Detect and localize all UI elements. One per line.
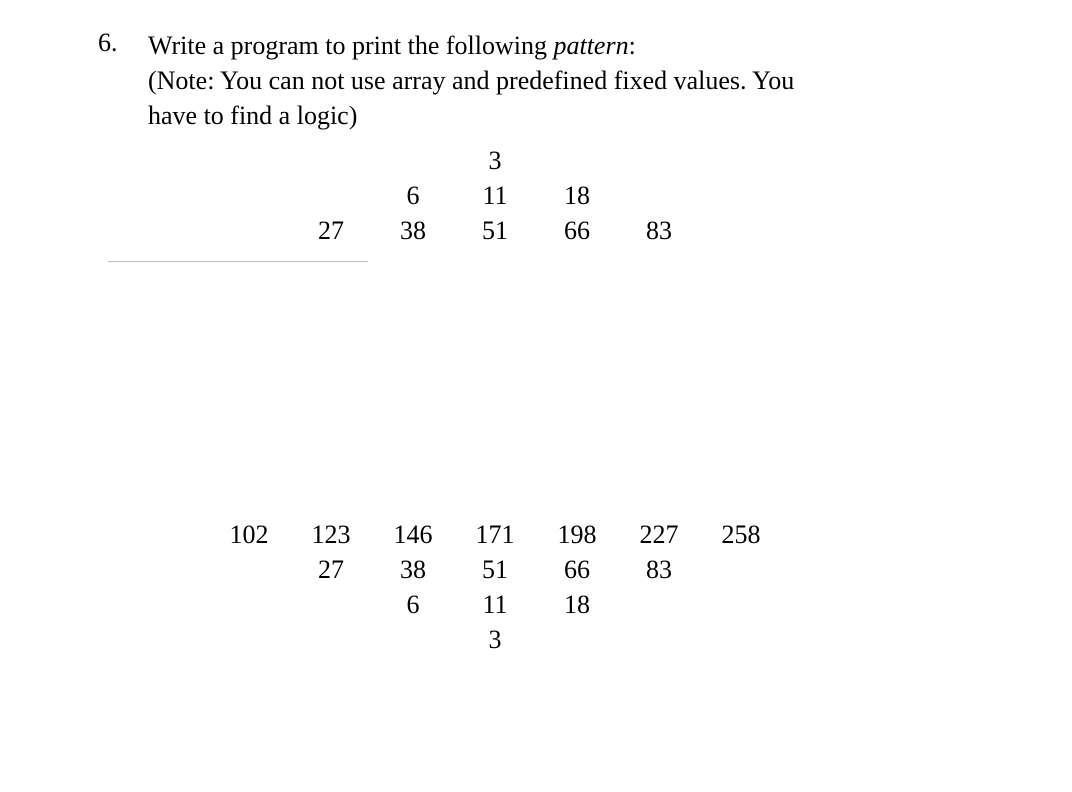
pattern-bottom-row-3: 3 xyxy=(208,622,1072,657)
pattern-cell xyxy=(700,622,782,657)
pattern-cell: 11 xyxy=(454,587,536,622)
pattern-cell xyxy=(208,622,290,657)
pattern-cell: 227 xyxy=(618,517,700,552)
pattern-cell xyxy=(536,143,618,178)
pattern-cell xyxy=(700,587,782,622)
pattern-cell: 171 xyxy=(454,517,536,552)
pattern-bottom-row-1: 27 38 51 66 83 xyxy=(208,552,1072,587)
pattern-cell xyxy=(700,178,782,213)
pattern-cell: 6 xyxy=(372,178,454,213)
pattern-cell: 3 xyxy=(454,143,536,178)
pattern-cell: 18 xyxy=(536,587,618,622)
pattern-cell: 66 xyxy=(536,213,618,248)
pattern-cell xyxy=(618,622,700,657)
pattern-bottom-row-0: 102 123 146 171 198 227 258 xyxy=(208,517,1072,552)
pattern-cell: 18 xyxy=(536,178,618,213)
pattern-cell: 11 xyxy=(454,178,536,213)
pattern-top-row-1: 6 11 18 xyxy=(208,178,1072,213)
pattern-cell: 146 xyxy=(372,517,454,552)
pattern-cell: 38 xyxy=(372,552,454,587)
question-line1-c: : xyxy=(629,31,636,60)
question-line1-a: Write a program to print the following xyxy=(148,31,553,60)
pattern-cell xyxy=(290,143,372,178)
pattern-cell xyxy=(208,587,290,622)
pattern-cell xyxy=(208,143,290,178)
pattern-cell xyxy=(290,587,372,622)
question-text: Write a program to print the following p… xyxy=(148,28,794,133)
pattern-cell: 258 xyxy=(700,517,782,552)
vertical-gap xyxy=(208,262,1072,517)
pattern-cell: 66 xyxy=(536,552,618,587)
pattern-cell xyxy=(290,622,372,657)
pattern-top-row-0: 3 xyxy=(208,143,1072,178)
pattern-cell xyxy=(700,213,782,248)
pattern-cell: 27 xyxy=(290,552,372,587)
question-block: 6. Write a program to print the followin… xyxy=(98,28,1072,133)
pattern-cell xyxy=(700,143,782,178)
pattern-cell: 3 xyxy=(454,622,536,657)
pattern-area: 3 6 11 18 27 38 51 66 83 102 123 146 171… xyxy=(208,143,1072,657)
pattern-cell xyxy=(208,213,290,248)
question-line1-b: pattern xyxy=(553,31,628,60)
pattern-cell: 6 xyxy=(372,587,454,622)
pattern-cell xyxy=(536,622,618,657)
pattern-cell xyxy=(700,552,782,587)
pattern-cell: 51 xyxy=(454,213,536,248)
pattern-cell: 83 xyxy=(618,213,700,248)
pattern-cell xyxy=(208,178,290,213)
pattern-cell xyxy=(618,178,700,213)
pattern-bottom-row-2: 6 11 18 xyxy=(208,587,1072,622)
pattern-cell xyxy=(372,622,454,657)
question-number: 6. xyxy=(98,28,130,58)
pattern-cell: 123 xyxy=(290,517,372,552)
pattern-cell: 83 xyxy=(618,552,700,587)
pattern-cell xyxy=(372,143,454,178)
question-line3: have to find a logic) xyxy=(148,101,357,130)
pattern-cell: 38 xyxy=(372,213,454,248)
pattern-cell xyxy=(290,178,372,213)
pattern-cell: 102 xyxy=(208,517,290,552)
pattern-cell: 27 xyxy=(290,213,372,248)
pattern-cell: 198 xyxy=(536,517,618,552)
pattern-cell xyxy=(618,587,700,622)
pattern-cell: 51 xyxy=(454,552,536,587)
pattern-top-row-2: 27 38 51 66 83 xyxy=(208,213,1072,248)
pattern-cell xyxy=(208,552,290,587)
pattern-cell xyxy=(618,143,700,178)
question-line2: (Note: You can not use array and predefi… xyxy=(148,66,794,95)
